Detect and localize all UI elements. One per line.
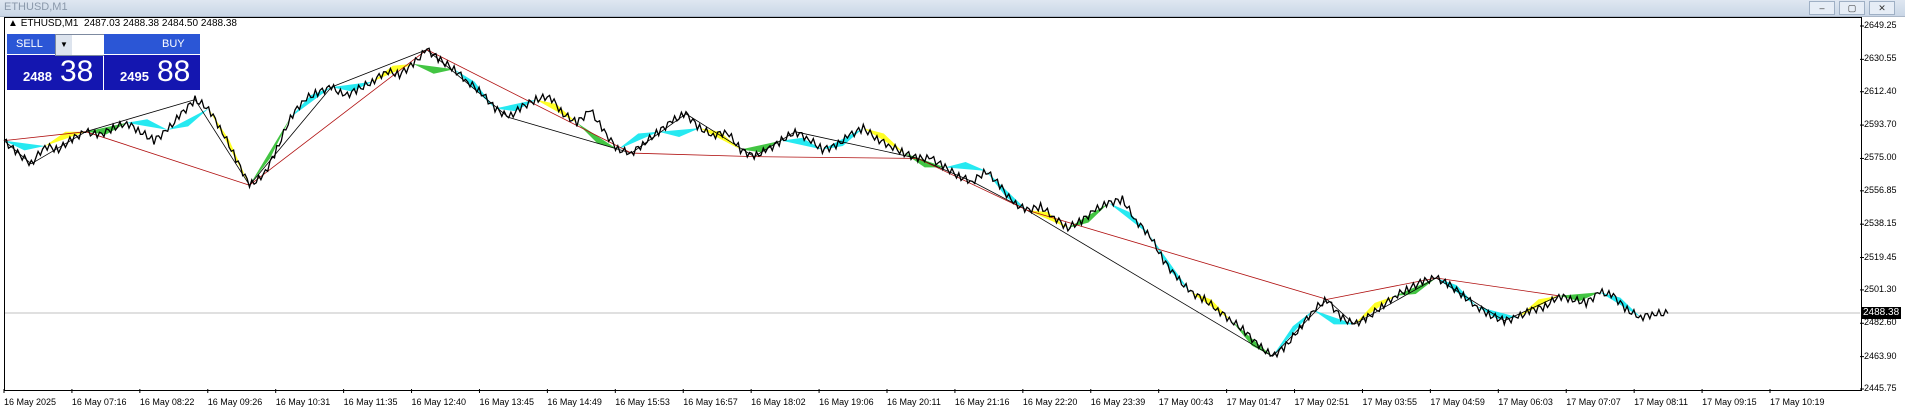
zigzag-swing-line: [331, 49, 427, 88]
price-tick-label: 2501.30: [1864, 283, 1897, 294]
time-tick-label: 16 May 16:57: [683, 397, 738, 407]
time-tick-label: 16 May 22:20: [1022, 397, 1078, 407]
time-tick-label: 16 May 23:39: [1090, 397, 1146, 407]
buy-button[interactable]: BUY: [162, 38, 185, 50]
zigzag-fill: [249, 117, 291, 186]
time-tick-label: 16 May 14:49: [547, 397, 602, 407]
zigzag-trend-line: [631, 152, 755, 158]
time-tick-label: 16 May 08:22: [139, 397, 195, 407]
time-tick-label: 17 May 03:55: [1362, 397, 1417, 407]
price-tick-label: 2538.15: [1864, 218, 1897, 229]
price-tick-label: 2556.85: [1864, 184, 1897, 195]
time-tick-label: 17 May 01:47: [1226, 397, 1282, 407]
price-tick-label: 2612.40: [1864, 85, 1897, 96]
zigzag-swing-line: [685, 113, 755, 158]
chart-header: ▲ ETHUSD,M1 2487.03 2488.38 2484.50 2488…: [8, 18, 237, 29]
time-tick-label: 17 May 02:51: [1294, 397, 1350, 407]
sell-price-pips: 38: [60, 55, 94, 88]
time-tick-label: 17 May 09:15: [1702, 397, 1757, 407]
time-tick-label: 17 May 07:07: [1566, 397, 1621, 407]
buy-price-pips: 88: [157, 55, 191, 88]
time-tick-label: 16 May 19:06: [819, 397, 874, 407]
price-tick-label: 2649.25: [1864, 20, 1897, 30]
price-tick-label: 2519.45: [1864, 251, 1897, 262]
time-tick-label: 16 May 12:40: [411, 397, 467, 407]
price-tick-label: 2463.90: [1864, 350, 1897, 361]
time-tick-label: 16 May 11:35: [343, 397, 398, 407]
zigzag-swing-line: [249, 86, 332, 186]
price-tick-label: 2575.00: [1864, 152, 1897, 163]
buy-panel[interactable]: BUY 2495 88: [104, 34, 200, 90]
buy-header: [104, 34, 200, 55]
time-tick-label: 16 May 15:53: [615, 397, 670, 407]
zigzag-fill: [413, 63, 455, 74]
current-price-tag: 2488.38: [1861, 306, 1902, 319]
zigzag-swing-line: [1026, 209, 1273, 357]
time-tick-label: 17 May 06:03: [1498, 397, 1553, 407]
time-tick-label: 17 May 04:59: [1430, 397, 1485, 407]
price-chart: [3, 25, 1864, 393]
sell-button[interactable]: SELL: [16, 38, 43, 50]
price-series-line: [3, 47, 1669, 359]
time-tick-label: 16 May 09:26: [207, 397, 263, 407]
time-tick-label: 17 May 10:19: [1770, 397, 1825, 407]
sell-price-main: 2488: [23, 69, 52, 84]
lot-decrease-icon[interactable]: ▼: [56, 35, 72, 55]
ohlc-values: 2487.03 2488.38 2484.50 2488.38: [84, 18, 237, 29]
zigzag-trend-line: [249, 49, 428, 186]
symbol-label: ETHUSD,M1: [20, 18, 79, 29]
time-tick-label: 16 May 2025: [4, 397, 57, 407]
price-tick-label: 2445.75: [1864, 383, 1897, 393]
time-tick-label: 16 May 13:45: [479, 397, 534, 407]
price-tick-label: 2593.70: [1864, 119, 1897, 130]
time-tick-label: 16 May 20:11: [887, 397, 941, 407]
zigzag-trend-line: [754, 156, 918, 159]
time-tick-label: 16 May 18:02: [751, 397, 806, 407]
zigzag-fill: [781, 137, 823, 150]
zigzag-trend-line: [85, 131, 250, 186]
time-tick-label: 16 May 10:31: [275, 397, 331, 407]
time-tick-label: 16 May 21:16: [954, 397, 1010, 407]
time-tick-label: 17 May 00:43: [1158, 397, 1214, 407]
zigzag-swing-line: [508, 117, 632, 154]
buy-price-main: 2495: [120, 69, 149, 84]
time-tick-label: 16 May 07:16: [71, 397, 127, 407]
time-tick-label: 17 May 08:11: [1634, 397, 1689, 407]
price-tick-label: 2630.55: [1864, 53, 1897, 64]
